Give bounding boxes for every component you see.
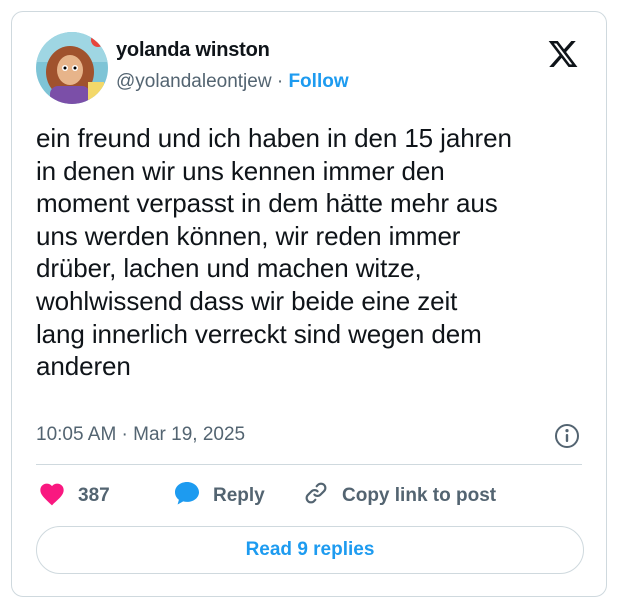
copy-link-button[interactable]: Copy link to post: [302, 480, 496, 512]
author-handle-row: @yolandaleontjew · Follow: [116, 71, 349, 93]
reply-button[interactable]: Reply: [173, 480, 265, 512]
like-count: 387: [78, 485, 110, 506]
divider: [36, 464, 582, 465]
reply-label: Reply: [213, 485, 265, 506]
like-button[interactable]: 387: [38, 480, 110, 512]
tweet-text: ein freund und ich haben in den 15 jahre…: [36, 123, 512, 382]
author-handle[interactable]: @yolandaleontjew: [116, 71, 272, 92]
info-icon[interactable]: [554, 423, 580, 449]
handle-separator: ·: [276, 71, 284, 92]
x-logo-icon[interactable]: [546, 38, 580, 70]
follow-button[interactable]: Follow: [288, 71, 348, 92]
author-display-name[interactable]: yolanda winston: [116, 39, 270, 62]
tweet-card: yolanda winston @yolandaleontjew · Follo…: [11, 11, 607, 597]
copy-link-label: Copy link to post: [342, 485, 497, 506]
read-replies-button[interactable]: Read 9 replies: [36, 526, 584, 574]
avatar[interactable]: [36, 32, 108, 104]
link-icon: [302, 480, 342, 512]
tweet-timestamp[interactable]: 10:05 AM · Mar 19, 2025: [36, 424, 245, 446]
speech-bubble-icon: [173, 480, 213, 512]
heart-icon: [38, 480, 78, 512]
